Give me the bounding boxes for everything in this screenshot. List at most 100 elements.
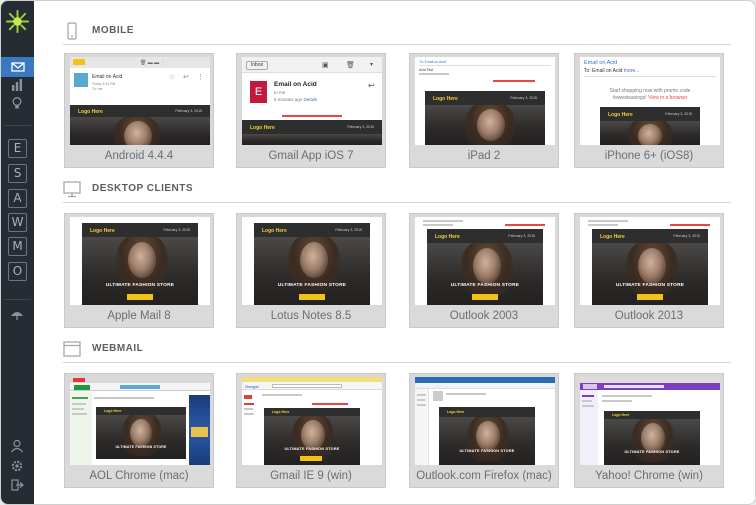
email-logo: Logo Here — [104, 409, 122, 413]
sidebar-letter-e[interactable]: E — [8, 139, 27, 158]
reply-icon: ↩ — [368, 81, 375, 90]
star-icon: ☆ — [169, 74, 176, 81]
preview-card-yahoo-chrome[interactable]: Logo Here ULTIMATE FASHION STORE Yahoo! … — [574, 373, 724, 488]
preview-caption: Gmail IE 9 (win) — [237, 465, 385, 487]
email-date: February 3, 2015 — [347, 125, 374, 129]
preview-thumbnail: Logo Here February 3, 2015 ULTIMATE FASHIO… — [242, 217, 382, 305]
browser-window-icon — [63, 341, 81, 357]
more-link: more... — [623, 68, 640, 74]
email-date: February 3, 2015 — [673, 234, 700, 238]
preview-thumbnail: Logo Here ULTIMATE FASHION STORE — [415, 377, 555, 465]
email-date: February 3, 2015 — [163, 228, 190, 232]
email-on-acid-logo-icon[interactable] — [5, 9, 30, 34]
sender-avatar: E — [250, 81, 267, 103]
section-title: DESKTOP CLIENTS — [92, 183, 194, 194]
preview-caption: Outlook 2003 — [410, 305, 558, 327]
sidebar-email-tests-button[interactable] — [1, 57, 34, 77]
section-divider — [63, 202, 731, 203]
sidebar-letter-o[interactable]: O — [8, 262, 27, 281]
recipient: To: me — [92, 87, 103, 91]
sidebar-analytics-button[interactable] — [7, 77, 27, 93]
email-date: February 3, 2015 — [175, 109, 202, 113]
sidebar-logout-button[interactable] — [7, 477, 27, 493]
lightbulb-icon — [12, 97, 22, 109]
email-logo: Logo Here — [90, 228, 115, 234]
sidebar-letter-m[interactable]: M — [8, 237, 27, 256]
store-title-bold: ULTIMATE — [105, 283, 131, 288]
preview-card-android[interactable]: 🗑 ▬ ▬ ⋮ Email on Acid Today 3:04 PM To: … — [64, 53, 214, 168]
sidebar-settings-button[interactable] — [7, 458, 27, 474]
recipient: Email on Acid — [592, 68, 623, 74]
sidebar-divider — [4, 299, 31, 300]
store-title: FASHION STORE — [135, 445, 167, 449]
email-logo: Logo Here — [433, 96, 458, 102]
email-date: February 3, 2015 — [665, 112, 692, 116]
store-title-bold: ULTIMATE — [115, 445, 135, 449]
email-logo: Logo Here — [435, 234, 460, 240]
store-title-bold: ULTIMATE — [624, 450, 645, 454]
sidebar-account-button[interactable] — [7, 438, 27, 454]
promo-code: #sweetsavings! — [612, 95, 647, 101]
email-date: February 3, 2015 — [335, 228, 362, 232]
sidebar: E S A W M O — [1, 1, 34, 504]
section-header-webmail: WEBMAIL — [63, 340, 731, 363]
preview-thumbnail: Logo Here ULTIMATE FASHION STORE — [70, 377, 210, 465]
desktop-monitor-icon — [63, 181, 81, 198]
section-header-desktop: DESKTOP CLIENTS — [63, 180, 731, 203]
preview-caption: Outlook.com Firefox (mac) — [410, 465, 558, 487]
section-header-mobile: MOBILE — [63, 22, 731, 45]
sidebar-tips-button[interactable] — [7, 95, 27, 111]
inbox-button: Inbox — [246, 61, 268, 70]
section-divider — [63, 44, 731, 45]
subject: Acid Test — [419, 68, 434, 72]
preview-caption: Outlook 2013 — [575, 305, 723, 327]
preview-card-aol-chrome-mac[interactable]: Logo Here ULTIMATE FASHION STORE AOL Chr… — [64, 373, 214, 488]
sidebar-letter-a[interactable]: A — [8, 189, 27, 208]
preview-card-gmail-ios7[interactable]: Inbox ▣ 🗑 ▾ E Email on Acid to me 6 minu… — [236, 53, 386, 168]
sender-name: Email on Acid — [584, 60, 618, 66]
sidebar-letter-w[interactable]: W — [8, 213, 27, 232]
umbrella-icon — [11, 312, 23, 320]
recipient: to me — [274, 90, 286, 95]
preview-card-apple-mail-8[interactable]: Logo Here February 3, 2015 ULTIMATE FASHIO… — [64, 213, 214, 328]
preview-thumbnail: Logo Here February 3, 2015 ULTIMATE FASHIO… — [415, 217, 555, 305]
google-logo-icon: Google — [245, 384, 259, 389]
email-logo: Logo Here — [447, 410, 465, 414]
email-logo: Logo Here — [78, 109, 103, 115]
sidebar-divider — [4, 125, 31, 126]
mobile-phone-icon — [67, 22, 77, 40]
sender-name: Email on Acid — [92, 74, 123, 80]
bar-chart-icon — [12, 79, 22, 91]
preview-card-outlook-2003[interactable]: Logo Here February 3, 2015 ULTIMATE FASHIO… — [409, 213, 559, 328]
preview-card-outlook-2013[interactable]: Logo Here February 3, 2015 ULTIMATE FASHIO… — [574, 213, 724, 328]
email-logo: Logo Here — [608, 112, 633, 118]
preview-thumbnail: To: Email on Acid Acid Test Logo Here Feb… — [415, 57, 555, 145]
app-window: E S A W M O MOBILE 🗑 ▬ ▬ ⋮ Email on Acid… — [0, 0, 756, 505]
preheader-text: Start shopping now with promo code — [609, 88, 691, 94]
store-title-bold: ULTIMATE — [450, 283, 476, 288]
timestamp: Today 3:04 PM — [92, 82, 116, 86]
preview-caption: Gmail App iOS 7 — [237, 145, 385, 167]
recipient-label: To: — [584, 68, 591, 74]
envelope-icon — [10, 62, 25, 72]
store-title-bold: ULTIMATE — [459, 449, 480, 453]
email-date: February 3, 2015 — [510, 96, 537, 100]
view-in-browser-link: View in a browser — [648, 95, 688, 101]
preview-card-lotus-notes-85[interactable]: Logo Here February 3, 2015 ULTIMATE FASHIO… — [236, 213, 386, 328]
sidebar-spam-button[interactable] — [7, 307, 27, 323]
preview-card-ipad2[interactable]: To: Email on Acid Acid Test Logo Here Feb… — [409, 53, 559, 168]
email-date: February 3, 2015 — [508, 234, 535, 238]
store-title-bold: ULTIMATE — [615, 283, 641, 288]
store-title: FASHION STORE — [477, 283, 520, 288]
preview-caption: Lotus Notes 8.5 — [237, 305, 385, 327]
store-title: FASHION STORE — [304, 283, 347, 288]
preview-card-iphone6plus[interactable]: Email on Acid To: Email on Acid more... … — [574, 53, 724, 168]
sidebar-letter-s[interactable]: S — [8, 164, 27, 183]
details-link: Details — [303, 97, 318, 102]
preview-card-outlook-com-firefox[interactable]: Logo Here ULTIMATE FASHION STORE Outlook… — [409, 373, 559, 488]
preview-card-gmail-ie9[interactable]: Google Logo Here ULTIMATE FASHION STORE … — [236, 373, 386, 488]
preview-thumbnail: Logo Here February 3, 2015 ULTIMATE FASHIO… — [70, 217, 210, 305]
trash-icon: 🗑 — [346, 62, 355, 69]
timestamp: 6 minutes ago — [274, 97, 303, 102]
email-logo: Logo Here — [262, 228, 287, 234]
